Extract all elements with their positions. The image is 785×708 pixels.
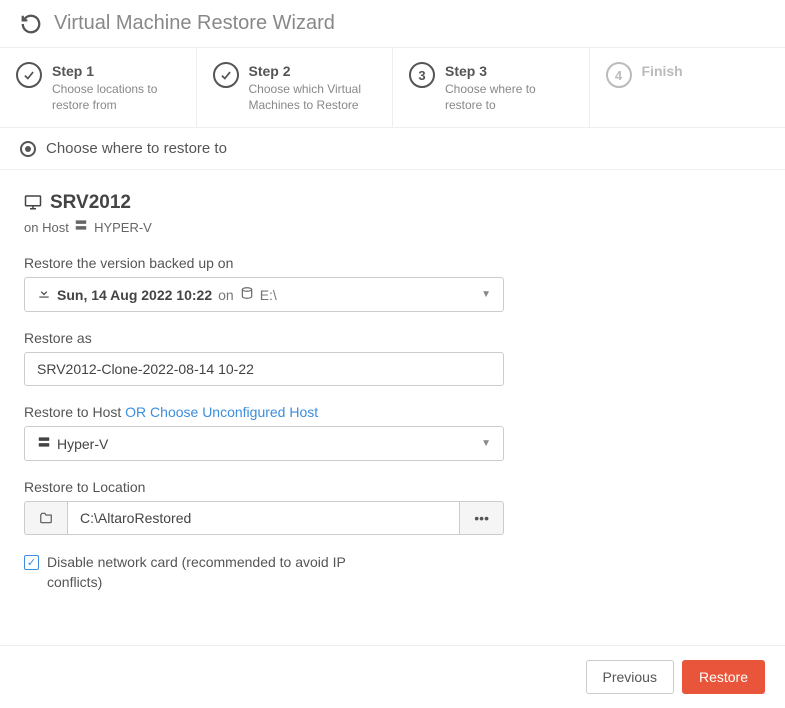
subheader: Choose where to restore to [0,128,785,170]
checkmark-icon [16,62,42,88]
folder-icon [24,501,67,535]
unconfigured-host-link[interactable]: OR Choose Unconfigured Host [125,404,318,420]
wizard-title: Virtual Machine Restore Wizard [54,12,335,35]
disable-network-checkbox[interactable]: ✓ [24,555,39,570]
version-select[interactable]: Sun, 14 Aug 2022 10:22 on E:\ ▼ [24,277,504,312]
step-1[interactable]: Step 1 Choose locations to restore from [0,48,197,127]
restore-location-input[interactable] [67,501,460,535]
previous-button[interactable]: Previous [586,660,674,694]
disable-network-label: Disable network card (recommended to avo… [47,553,404,592]
version-value: Sun, 14 Aug 2022 10:22 [57,287,212,303]
step-3[interactable]: 3 Step 3 Choose where to restore to [393,48,590,127]
wizard-steps: Step 1 Choose locations to restore from … [0,48,785,128]
chevron-down-icon: ▼ [481,438,491,449]
browse-button[interactable]: ••• [460,501,504,535]
download-icon [37,286,51,303]
step-number-icon: 3 [409,62,435,88]
vm-host: on Host HYPER-V [24,218,761,235]
step-finish: 4 Finish [590,48,785,127]
restore-host-label: Restore to Host OR Choose Unconfigured H… [24,404,761,420]
chevron-down-icon: ▼ [481,289,491,300]
step-desc: Choose where to restore to [445,82,573,113]
restore-host-value: Hyper-V [57,436,108,452]
target-icon [20,141,36,157]
restore-as-input[interactable] [24,352,504,386]
restore-host-select[interactable]: Hyper-V ▼ [24,426,504,461]
restore-button[interactable]: Restore [682,660,765,694]
checkmark-icon [213,62,239,88]
server-icon [74,220,92,235]
monitor-icon [24,193,42,214]
disk-icon [240,286,254,303]
restore-location-label: Restore to Location [24,479,761,495]
step-title: Finish [642,62,683,80]
version-label: Restore the version backed up on [24,255,761,271]
subheader-text: Choose where to restore to [46,140,227,157]
step-title: Step 1 [52,62,180,80]
server-icon [37,435,51,452]
vm-name: SRV2012 [50,192,131,214]
step-desc: Choose locations to restore from [52,82,180,113]
step-title: Step 2 [249,62,377,80]
restore-as-label: Restore as [24,330,761,346]
undo-icon[interactable] [20,13,42,35]
step-2[interactable]: Step 2 Choose which Virtual Machines to … [197,48,394,127]
step-desc: Choose which Virtual Machines to Restore [249,82,377,113]
step-title: Step 3 [445,62,573,80]
step-number-icon: 4 [606,62,632,88]
